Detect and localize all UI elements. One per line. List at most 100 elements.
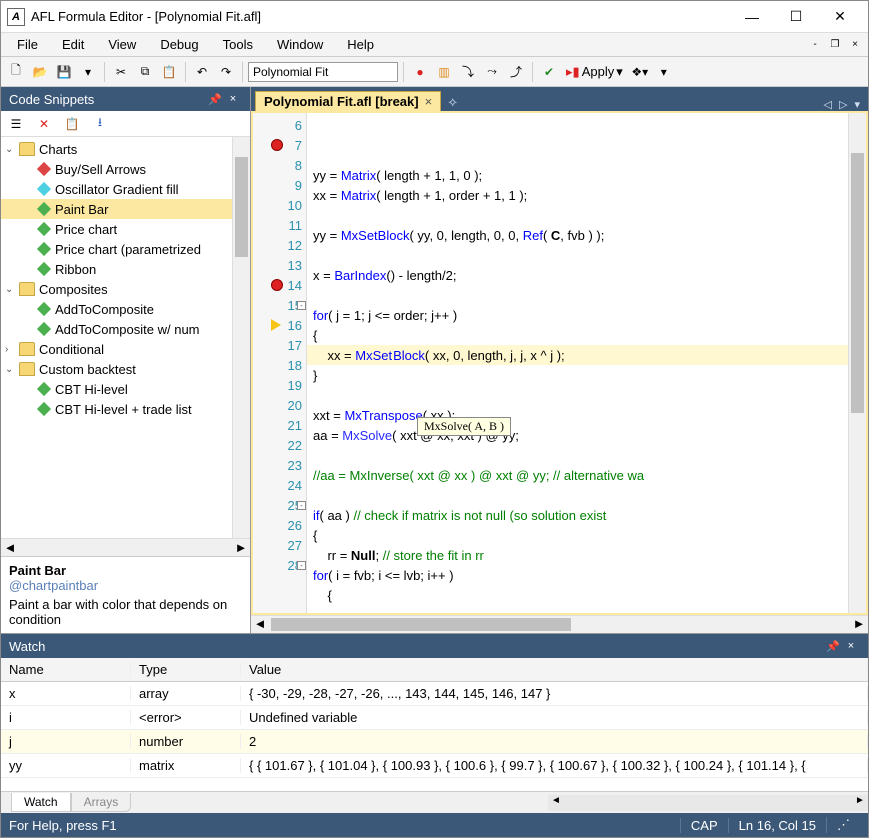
code-line[interactable] bbox=[307, 145, 848, 165]
gutter-line[interactable]: 11 bbox=[253, 215, 306, 235]
code-line[interactable]: //aa = MxInverse( xxt @ xx ) @ xxt @ yy;… bbox=[307, 465, 848, 485]
snip-delete-icon[interactable]: ✕ bbox=[33, 113, 55, 135]
step-out-icon[interactable]: ⤴ bbox=[505, 61, 527, 83]
code-line[interactable]: xxt = MxTranspose( xx ); bbox=[307, 405, 848, 425]
watch-hscroll[interactable]: ◄► bbox=[548, 795, 868, 811]
gutter-line[interactable]: 27 bbox=[253, 535, 306, 555]
paste-icon[interactable]: 📋 bbox=[158, 61, 180, 83]
tree-hscroll[interactable]: ◄► bbox=[1, 538, 250, 556]
open-file-icon[interactable]: 📂 bbox=[29, 61, 51, 83]
watch-tab-arrays[interactable]: Arrays bbox=[71, 793, 132, 812]
gutter-line[interactable]: 10 bbox=[253, 195, 306, 215]
code-line[interactable]: { bbox=[307, 525, 848, 545]
gutter-line[interactable]: 19 bbox=[253, 375, 306, 395]
code-line[interactable] bbox=[307, 205, 848, 225]
gutter-line[interactable]: 26 bbox=[253, 515, 306, 535]
snip-insert-icon[interactable]: ⭳ bbox=[89, 113, 111, 135]
tree-item[interactable]: Price chart bbox=[1, 219, 250, 239]
editor-hscroll[interactable]: ◄► bbox=[251, 615, 868, 633]
watch-grid[interactable]: NameTypeValuexarray{ -30, -29, -28, -27,… bbox=[1, 658, 868, 791]
tab-close-icon[interactable]: × bbox=[425, 94, 433, 109]
tree-folder[interactable]: ⌄Custom backtest bbox=[1, 359, 250, 379]
code-line[interactable] bbox=[307, 285, 848, 305]
menu-tools[interactable]: Tools bbox=[211, 34, 265, 55]
gutter-line[interactable]: 8 bbox=[253, 155, 306, 175]
tree-item[interactable]: Price chart (parametrized bbox=[1, 239, 250, 259]
gutter-line[interactable]: 6 bbox=[253, 115, 306, 135]
mdi-restore-icon[interactable]: ❐ bbox=[826, 37, 844, 53]
document-tab[interactable]: Polynomial Fit.afl [break] × bbox=[255, 91, 441, 111]
code-line[interactable] bbox=[307, 485, 848, 505]
gutter-line[interactable]: -15 bbox=[253, 295, 306, 315]
menu-debug[interactable]: Debug bbox=[148, 34, 210, 55]
tab-nav-icons[interactable]: ◁ ▷ ▾ bbox=[817, 98, 868, 111]
pin-icon[interactable]: 📌 bbox=[206, 90, 224, 108]
watch-row[interactable]: xarray{ -30, -29, -28, -27, -26, ..., 14… bbox=[1, 682, 868, 706]
code-line[interactable]: x = BarIndex() - length/2; bbox=[307, 265, 848, 285]
code-line[interactable]: { bbox=[307, 585, 848, 605]
tree-item[interactable]: AddToComposite w/ num bbox=[1, 319, 250, 339]
gutter-line[interactable]: 9 bbox=[253, 175, 306, 195]
code-line[interactable]: yy = MxSetBlock( yy, 0, length, 0, 0, Re… bbox=[307, 225, 848, 245]
step-into-icon[interactable]: ⤵ bbox=[457, 61, 479, 83]
code-line[interactable]: } bbox=[307, 365, 848, 385]
maximize-button[interactable]: ☐ bbox=[774, 3, 818, 31]
code-line[interactable]: aa = MxSolve( xxt @ xx, xxt ) @ yy; bbox=[307, 425, 848, 445]
code-line[interactable] bbox=[307, 385, 848, 405]
tree-item[interactable]: Oscillator Gradient fill bbox=[1, 179, 250, 199]
watch-close-icon[interactable]: × bbox=[842, 637, 860, 655]
gutter-line[interactable]: 24 bbox=[253, 475, 306, 495]
mdi-minimize-icon[interactable]: - bbox=[806, 37, 824, 53]
step-over-icon[interactable]: ⤳ bbox=[481, 61, 503, 83]
minimize-button[interactable]: — bbox=[730, 3, 774, 31]
menu-file[interactable]: File bbox=[5, 34, 50, 55]
save-as-icon[interactable]: ▾ bbox=[77, 61, 99, 83]
check-syntax-icon[interactable]: ✔ bbox=[538, 61, 560, 83]
indicator-icon[interactable]: ❖▾ bbox=[629, 61, 651, 83]
new-file-icon[interactable]: 🗋 bbox=[5, 61, 27, 83]
gutter-line[interactable]: 16 bbox=[253, 315, 306, 335]
more-icon[interactable]: ▾ bbox=[653, 61, 675, 83]
watch-row[interactable]: i<error>Undefined variable bbox=[1, 706, 868, 730]
record-icon[interactable]: ● bbox=[409, 61, 431, 83]
editor-vscroll[interactable] bbox=[848, 113, 866, 613]
new-tab-icon[interactable]: ✧ bbox=[441, 95, 464, 111]
code-line[interactable]: xx = MxSetBlock( xx, 0, length, j, j, x … bbox=[307, 345, 848, 365]
tree-item[interactable]: CBT Hi-level + trade list bbox=[1, 399, 250, 419]
gutter-line[interactable]: 7 bbox=[253, 135, 306, 155]
gutter-line[interactable]: 18 bbox=[253, 355, 306, 375]
snip-clipboard-icon[interactable]: 📋 bbox=[61, 113, 83, 135]
cut-icon[interactable]: ✂ bbox=[110, 61, 132, 83]
apply-button[interactable]: ▸▮ Apply ▾ bbox=[562, 61, 627, 83]
menu-edit[interactable]: Edit bbox=[50, 34, 96, 55]
line-gutter[interactable]: 67891011121314-15161718192021222324-2526… bbox=[253, 113, 307, 613]
watch-row[interactable]: yymatrix{ { 101.67 }, { 101.04 }, { 100.… bbox=[1, 754, 868, 778]
tree-item[interactable]: AddToComposite bbox=[1, 299, 250, 319]
code-editor[interactable]: yy = Matrix( length + 1, 1, 0 );xx = Mat… bbox=[307, 113, 848, 613]
code-line[interactable]: yy = Matrix( length + 1, 1, 0 ); bbox=[307, 165, 848, 185]
code-line[interactable]: rr = Null; // store the fit in rr bbox=[307, 545, 848, 565]
code-line[interactable]: for( j = 1; j <= order; j++ ) bbox=[307, 305, 848, 325]
undo-icon[interactable]: ↶ bbox=[191, 61, 213, 83]
gutter-line[interactable]: 23 bbox=[253, 455, 306, 475]
tree-item[interactable]: Ribbon bbox=[1, 259, 250, 279]
code-line[interactable]: { bbox=[307, 325, 848, 345]
gutter-line[interactable]: 12 bbox=[253, 235, 306, 255]
snippets-tree[interactable]: ⌄ChartsBuy/Sell ArrowsOscillator Gradien… bbox=[1, 137, 250, 538]
tree-folder[interactable]: ›Conditional bbox=[1, 339, 250, 359]
tree-item[interactable]: CBT Hi-level bbox=[1, 379, 250, 399]
gutter-line[interactable]: 21 bbox=[253, 415, 306, 435]
watch-pin-icon[interactable]: 📌 bbox=[824, 637, 842, 655]
gutter-line[interactable]: 17 bbox=[253, 335, 306, 355]
watch-tab-watch[interactable]: Watch bbox=[11, 793, 71, 812]
code-line[interactable] bbox=[307, 445, 848, 465]
debug-go-icon[interactable]: ▥ bbox=[433, 61, 455, 83]
tree-scrollbar[interactable] bbox=[232, 137, 250, 538]
tree-item[interactable]: Buy/Sell Arrows bbox=[1, 159, 250, 179]
menu-window[interactable]: Window bbox=[265, 34, 335, 55]
save-icon[interactable]: 💾 bbox=[53, 61, 75, 83]
panel-close-icon[interactable]: × bbox=[224, 90, 242, 108]
tree-folder[interactable]: ⌄Composites bbox=[1, 279, 250, 299]
code-line[interactable]: xx = Matrix( length + 1, order + 1, 1 ); bbox=[307, 185, 848, 205]
resize-grip-icon[interactable]: ⋰ bbox=[826, 817, 860, 833]
